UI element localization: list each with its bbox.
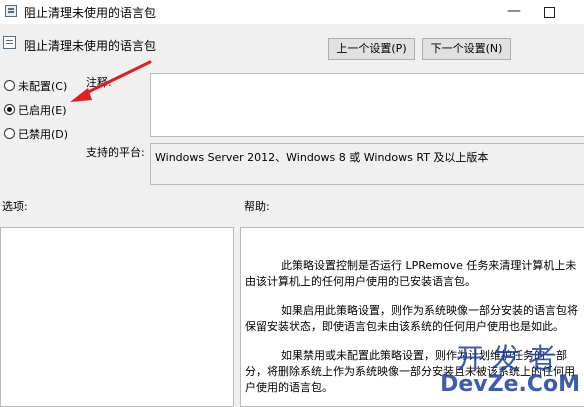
options-panel xyxy=(0,227,234,407)
help-paragraph: 此策略设置控制是否运行 LPRemove 任务来清理计算机上未由该计算机上的任何… xyxy=(245,259,577,288)
watermark-bottom: DevZe.CoM xyxy=(440,372,580,397)
comment-textarea[interactable] xyxy=(150,73,584,137)
options-section-label: 选项: xyxy=(2,200,28,213)
maximize-button[interactable] xyxy=(531,0,567,24)
setting-title: 阻止清理未使用的语言包 xyxy=(24,39,157,53)
watermark-top: 开发者 xyxy=(456,342,565,375)
next-setting-button[interactable]: 下一个设置(N) xyxy=(422,38,511,60)
radio-enabled[interactable]: 已启用(E) xyxy=(4,102,67,118)
radio-circle-icon xyxy=(4,128,15,139)
radio-label: 已启用(E) xyxy=(18,104,67,117)
radio-disabled[interactable]: 已禁用(D) xyxy=(4,126,68,142)
window-title: 阻止清理未使用的语言包 xyxy=(24,6,157,20)
help-paragraph: 如果启用此策略设置，则作为系统映像一部分安装的语言包将保留安装状态，即使语言包未… xyxy=(245,304,578,333)
setting-icon xyxy=(3,36,16,49)
red-arrow-icon xyxy=(70,60,152,102)
watermark: 开发者 DevZe.CoM xyxy=(440,344,580,396)
radio-circle-icon xyxy=(4,80,15,91)
supported-platform-value: Windows Server 2012、Windows 8 或 Windows … xyxy=(150,143,584,185)
minimize-button[interactable]: — xyxy=(496,0,532,24)
title-bar: 阻止清理未使用的语言包 — xyxy=(0,0,584,24)
policy-app-icon xyxy=(5,5,17,17)
radio-checked-icon xyxy=(4,104,15,115)
previous-setting-button[interactable]: 上一个设置(P) xyxy=(328,38,415,60)
maximize-icon xyxy=(543,7,555,18)
supported-platform-label: 支持的平台: xyxy=(86,146,145,159)
radio-label: 未配置(C) xyxy=(18,80,68,93)
radio-not-configured[interactable]: 未配置(C) xyxy=(4,78,67,94)
radio-label: 已禁用(D) xyxy=(18,128,69,141)
help-section-label: 帮助: xyxy=(244,200,270,213)
